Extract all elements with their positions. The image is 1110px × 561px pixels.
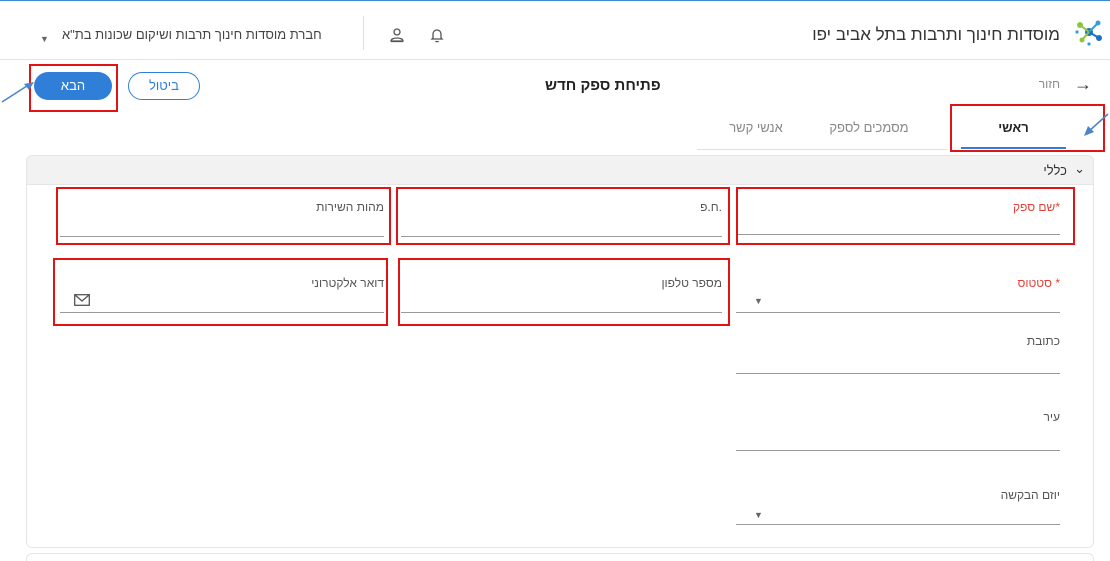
annotation-highlight [398,258,730,326]
tab-divider [697,149,947,150]
requester-label: יוזם הבקשה [1000,488,1060,502]
page-title: פתיחת ספק חדש [545,77,661,94]
address-field[interactable]: כתובת [736,332,1060,374]
annotation-highlight [29,64,118,112]
annotation-arrow-icon [1084,113,1109,136]
chevron-down-icon[interactable]: ▼ [754,296,763,306]
section-header[interactable]: כללי ⌄ [26,155,1094,185]
input-underline [736,312,1060,313]
city-field[interactable]: עיר [736,408,1060,451]
chevron-down-icon[interactable]: ▼ [40,34,49,44]
back-link[interactable]: חזור [1039,77,1060,91]
logo-icon [1075,20,1102,46]
address-label: כתובת [1026,334,1060,348]
requester-select[interactable]: יוזם הבקשה ▼ [736,486,1060,526]
tab-contacts[interactable]: אנשי קשר [706,120,806,135]
next-section-edge [26,553,1094,561]
organization-label: חברת מוסדות חינוך תרבות ושיקום שכונות בת… [62,27,322,42]
tab-bar: ראשי מסמכים לספק אנשי קשר [0,112,1110,152]
annotation-highlight [56,187,391,245]
user-icon[interactable] [389,27,405,43]
input-underline [736,524,1060,525]
page-header: → חזור פתיחת ספק חדש ביטול הבא [0,60,1110,112]
cancel-button[interactable]: ביטול [128,72,200,100]
section-title: כללי [1043,163,1067,178]
input-underline [736,450,1060,451]
app-title: מוסדות חינוך ותרבות בתל אביב יפו [812,25,1060,44]
arrow-right-icon[interactable]: → [1074,74,1092,95]
annotation-arrow-icon [1,82,34,103]
chevron-down-icon[interactable]: ▼ [754,510,763,520]
annotation-highlight [53,258,388,326]
city-label: עיר [1043,410,1060,424]
divider [363,16,364,50]
input-underline [736,373,1060,374]
bell-icon[interactable] [429,27,445,43]
chevron-down-icon[interactable]: ⌄ [1074,161,1085,177]
status-select[interactable]: סטטוס * ▼ [736,262,1060,313]
organization-select[interactable]: חברת מוסדות חינוך תרבות ושיקום שכונות בת… [62,27,322,42]
annotation-highlight [736,187,1075,245]
tab-supplier-documents[interactable]: מסמכים לספק [814,120,924,135]
top-bar: מוסדות חינוך ותרבות בתל אביב יפו חברת מו… [0,0,1110,60]
status-label: סטטוס * [1017,276,1060,290]
annotation-highlight [396,187,730,245]
